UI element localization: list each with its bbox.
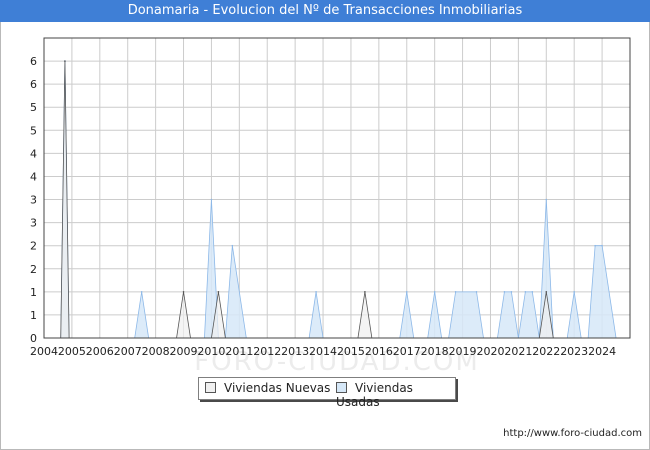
x-tick-label: 2008 (142, 345, 170, 358)
x-tick-label: 2006 (86, 345, 114, 358)
data-point (531, 291, 534, 293)
x-tick-label: 2021 (504, 345, 532, 358)
data-point (140, 291, 143, 293)
data-point (601, 244, 603, 247)
x-tick-label: 2007 (114, 345, 142, 358)
x-tick-label: 2024 (588, 345, 616, 358)
x-tick-label: 2015 (337, 345, 365, 358)
legend: Viviendas Nuevas Viviendas Usadas (198, 377, 456, 409)
x-tick-label: 2011 (225, 345, 253, 358)
legend-swatch-nuevas (205, 382, 216, 393)
x-tick-label: 2018 (421, 345, 449, 358)
data-point (217, 291, 220, 293)
y-tick-label: 6 (30, 55, 37, 68)
x-tick-label: 2020 (476, 345, 504, 358)
x-tick-label: 2013 (281, 345, 309, 358)
y-tick-label: 4 (30, 147, 37, 160)
data-point (315, 291, 317, 293)
data-point (182, 291, 185, 293)
x-tick-label: 2012 (253, 345, 281, 358)
y-tick-label: 2 (30, 240, 37, 253)
x-tick-label: 2009 (170, 345, 198, 358)
data-point (510, 291, 513, 293)
data-point (64, 60, 66, 62)
x-tick-label: 2022 (532, 345, 560, 358)
legend-item-usadas: Viviendas Usadas (336, 381, 455, 409)
data-point (545, 291, 548, 293)
y-tick-label: 2 (30, 263, 37, 276)
data-point (475, 291, 478, 293)
x-tick-label: 2010 (197, 345, 225, 358)
x-tick-label: 2017 (393, 345, 421, 358)
x-tick-label: 2014 (309, 345, 337, 358)
data-point (454, 291, 457, 293)
legend-item-nuevas: Viviendas Nuevas (205, 381, 330, 395)
data-point (433, 291, 436, 293)
y-tick-label: 1 (30, 309, 37, 322)
data-point (573, 291, 575, 293)
data-point (594, 244, 596, 247)
y-tick-label: 6 (30, 78, 37, 91)
data-point (503, 291, 506, 293)
y-tick-label: 5 (30, 101, 37, 114)
y-tick-label: 4 (30, 170, 37, 183)
data-point (545, 198, 548, 201)
x-tick-label: 2016 (365, 345, 393, 358)
legend-label-nuevas: Viviendas Nuevas (224, 381, 331, 395)
y-tick-label: 0 (30, 332, 37, 345)
x-tick-label: 2004 (30, 345, 58, 358)
data-point (210, 198, 213, 201)
x-tick-label: 2005 (58, 345, 86, 358)
y-tick-label: 3 (30, 194, 37, 207)
source-url: http://www.foro-ciudad.com (503, 428, 642, 439)
x-tick-label: 2019 (449, 345, 477, 358)
y-tick-label: 5 (30, 124, 37, 137)
legend-swatch-usadas (336, 382, 347, 393)
data-point (364, 291, 366, 293)
data-point (405, 291, 408, 293)
x-tick-label: 2023 (560, 345, 588, 358)
y-tick-label: 1 (30, 286, 37, 299)
y-tick-label: 3 (30, 217, 37, 230)
data-point (524, 291, 527, 293)
data-point (231, 244, 234, 247)
